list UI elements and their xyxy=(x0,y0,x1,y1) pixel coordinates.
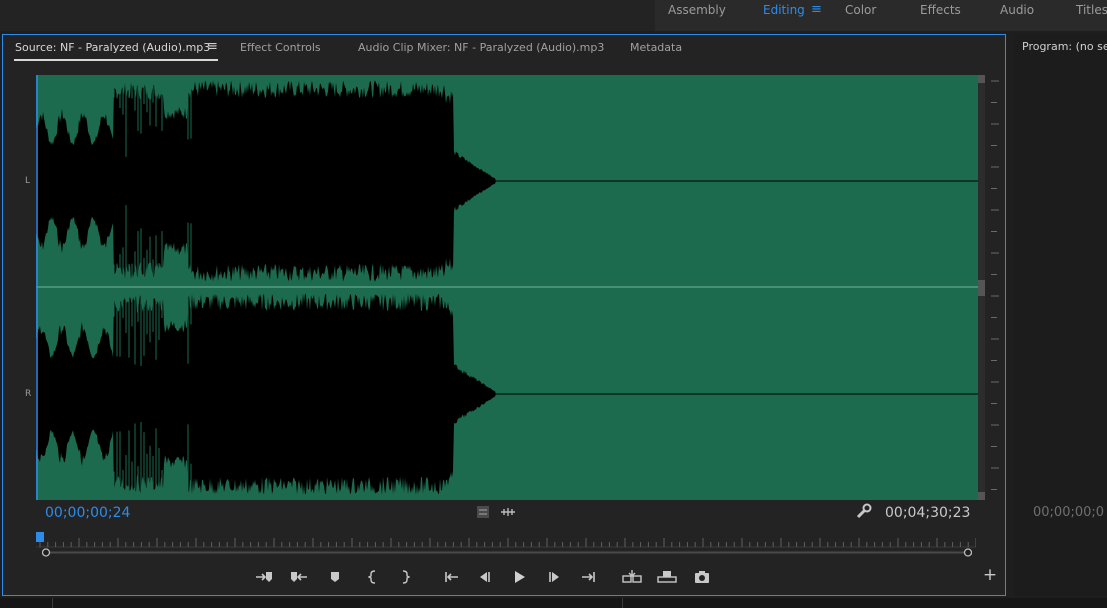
current-timecode[interactable]: 00;00;00;24 xyxy=(45,505,130,521)
workspace-tab-color[interactable]: Color xyxy=(845,3,876,17)
drag-audio-only-icon[interactable] xyxy=(500,506,516,518)
mark-out-icon xyxy=(291,572,307,582)
go-to-out-bracket-icon xyxy=(402,570,410,584)
mark-in-button[interactable] xyxy=(253,566,275,588)
add-marker-button[interactable] xyxy=(324,566,346,588)
play-button[interactable] xyxy=(508,566,530,588)
add-button-icon[interactable]: + xyxy=(981,566,999,584)
workspace-tab-audio[interactable]: Audio xyxy=(1000,3,1034,17)
overwrite-button[interactable] xyxy=(656,566,678,588)
mark-out-bracket-button[interactable] xyxy=(394,566,416,588)
go-to-in-bracket-icon xyxy=(368,570,376,584)
go-to-in-icon xyxy=(445,572,458,582)
export-frame-icon xyxy=(695,571,709,583)
program-monitor-panel: Program: (no se 00;00;00;0 xyxy=(1014,34,1107,596)
tab-audio-clip-mixer[interactable]: Audio Clip Mixer: NF - Paralyzed (Audio)… xyxy=(358,41,604,54)
insert-button[interactable] xyxy=(621,566,643,588)
bottom-panel-strip xyxy=(0,598,1107,608)
audio-waveform[interactable] xyxy=(36,75,978,500)
workspace-tabs: Assembly Editing Color Effects Audio Tit… xyxy=(655,0,1107,31)
db-meter-ruler xyxy=(991,80,999,490)
add-marker-icon xyxy=(331,572,339,582)
time-ruler[interactable] xyxy=(36,532,976,548)
tab-effect-controls[interactable]: Effect Controls xyxy=(240,41,321,54)
source-monitor-panel: Source: NF - Paralyzed (Audio).mp3 ≡ Eff… xyxy=(2,34,1006,596)
step-forward-button[interactable] xyxy=(544,566,566,588)
workspace-tab-effects[interactable]: Effects xyxy=(920,3,961,17)
panel-divider xyxy=(622,598,623,608)
workspace-tab-assembly[interactable]: Assembly xyxy=(668,3,726,17)
export-frame-button[interactable] xyxy=(691,566,713,588)
hamburger-icon[interactable]: ≡ xyxy=(811,2,822,17)
step-back-button[interactable] xyxy=(473,566,495,588)
go-to-out-button[interactable] xyxy=(578,566,600,588)
go-to-in-button[interactable] xyxy=(440,566,462,588)
overwrite-icon xyxy=(657,571,677,583)
panel-menu-icon[interactable]: ≡ xyxy=(207,39,218,54)
top-bar: Assembly Editing Color Effects Audio Tit… xyxy=(0,0,1107,31)
drop-frame-icon[interactable] xyxy=(476,505,490,519)
play-icon xyxy=(515,571,525,583)
mark-in-bracket-button[interactable] xyxy=(362,566,384,588)
duration-timecode: 00;04;30;23 xyxy=(885,505,971,521)
wrench-icon[interactable] xyxy=(856,503,872,519)
program-timecode[interactable]: 00;00;00;0 xyxy=(1033,505,1104,520)
playhead[interactable] xyxy=(36,532,44,542)
zoom-scroll-bar[interactable] xyxy=(42,548,972,557)
channel-label-right: R xyxy=(25,389,32,399)
channel-label-left: L xyxy=(25,176,31,186)
tab-source[interactable]: Source: NF - Paralyzed (Audio).mp3 xyxy=(15,41,210,54)
insert-icon xyxy=(622,570,642,583)
workspace-tab-titles[interactable]: Titles xyxy=(1076,3,1107,17)
tab-metadata[interactable]: Metadata xyxy=(630,41,682,54)
mark-in-icon xyxy=(256,572,272,582)
active-tab-underline xyxy=(14,59,218,61)
step-back-icon xyxy=(480,572,490,582)
go-to-out-icon xyxy=(582,572,595,582)
workspace-tab-editing[interactable]: Editing xyxy=(763,3,805,17)
panel-divider xyxy=(52,598,53,608)
program-title[interactable]: Program: (no se xyxy=(1022,40,1107,53)
mark-out-button[interactable] xyxy=(288,566,310,588)
vertical-scrollbar[interactable] xyxy=(978,75,985,500)
step-forward-icon xyxy=(549,572,559,582)
